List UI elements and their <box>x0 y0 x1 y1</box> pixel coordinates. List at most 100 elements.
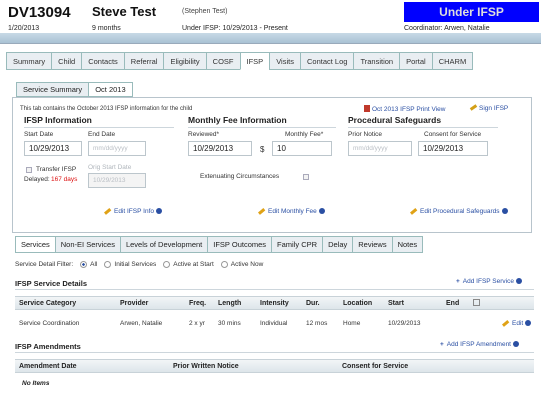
tab-child[interactable]: Child <box>51 52 82 70</box>
col-prior-written-notice[interactable]: Prior Written Notice <box>173 363 239 370</box>
col-service-category[interactable]: Service Category <box>19 300 76 307</box>
col-duration[interactable]: Dur. <box>306 300 320 307</box>
filter-label: Service Detail Filter: <box>15 261 74 268</box>
tab-non-ei-services[interactable]: Non-EI Services <box>54 236 120 253</box>
start-date-field[interactable]: 10/29/2013 <box>24 141 82 156</box>
tab-service-summary[interactable]: Service Summary <box>16 82 89 97</box>
sign-ifsp-link[interactable]: Sign IFSP <box>469 104 508 112</box>
no-items-text: No Items <box>22 380 50 387</box>
service-filter: Service Detail Filter: All Initial Servi… <box>15 261 263 268</box>
filter-all-radio[interactable] <box>80 261 88 268</box>
col-provider[interactable]: Provider <box>120 300 148 307</box>
filter-active-start-label: Active at Start <box>173 261 214 268</box>
status-badge: Under IFSP <box>404 2 539 22</box>
monthly-fee-field[interactable]: 10 <box>272 141 332 156</box>
cell-duration: 12 mos <box>306 320 328 327</box>
header-ifsp-range: Under IFSP: 10/29/2013 - Present <box>182 25 288 32</box>
main-tabs: Summary Child Contacts Referral Eligibil… <box>6 52 474 70</box>
column-picker-icon[interactable] <box>473 299 480 308</box>
divider <box>15 352 534 353</box>
add-ifsp-service-link[interactable]: + Add IFSP Service <box>456 278 522 285</box>
tab-notes[interactable]: Notes <box>391 236 424 253</box>
ifsp-info-title: IFSP Information <box>24 115 92 125</box>
tab-summary[interactable]: Summary <box>6 52 52 70</box>
header-stripe <box>0 33 541 43</box>
monthly-fee-title: Monthly Fee Information <box>188 115 287 125</box>
tab-family-cpr[interactable]: Family CPR <box>271 236 323 253</box>
transfer-ifsp-label: Transfer IFSP <box>36 166 77 173</box>
transfer-ifsp-checkbox[interactable] <box>26 167 32 173</box>
cell-location: Home <box>343 320 361 327</box>
info-icon <box>515 278 522 284</box>
col-end[interactable]: End <box>446 300 459 307</box>
extenuating-label: Extenuating Circumstances <box>200 173 280 180</box>
info-icon <box>525 320 532 326</box>
edit-monthly-fee-link[interactable]: Edit Monthly Fee <box>258 207 325 215</box>
plus-icon: + <box>440 341 444 348</box>
prior-notice-label: Prior Notice <box>348 131 382 138</box>
tab-reviews[interactable]: Reviews <box>352 236 392 253</box>
info-icon <box>318 208 325 214</box>
col-freq[interactable]: Freq. <box>189 300 206 307</box>
tab-levels-of-development[interactable]: Levels of Development <box>119 236 208 253</box>
tab-visits[interactable]: Visits <box>269 52 300 70</box>
tab-referral[interactable]: Referral <box>123 52 164 70</box>
filter-all-label: All <box>90 261 98 268</box>
col-intensity[interactable]: Intensity <box>260 300 289 307</box>
delayed-label: Delayed: <box>24 176 50 183</box>
info-icon <box>155 208 162 214</box>
pencil-icon <box>502 319 509 326</box>
edit-safeguards-link[interactable]: Edit Procedural Safeguards <box>410 207 508 215</box>
extenuating-checkbox[interactable] <box>303 174 309 180</box>
tab-ifsp-outcomes[interactable]: IFSP Outcomes <box>207 236 272 253</box>
divider <box>24 127 174 128</box>
filter-initial-radio[interactable] <box>104 261 112 268</box>
row-edit-link[interactable]: Edit <box>502 319 532 327</box>
detail-tabs: Services Non-EI Services Levels of Devel… <box>15 236 424 253</box>
col-length[interactable]: Length <box>218 300 241 307</box>
divider <box>348 127 498 128</box>
coordinator-label: Coordinator: Arwen, Natalie <box>404 25 490 32</box>
pencil-icon <box>258 207 265 214</box>
tab-oct-2013[interactable]: Oct 2013 <box>88 82 133 97</box>
currency-symbol: $ <box>260 145 265 154</box>
tab-ifsp[interactable]: IFSP <box>239 52 270 70</box>
col-location[interactable]: Location <box>343 300 372 307</box>
filter-active-start-radio[interactable] <box>163 261 171 268</box>
consent-label: Consent for Service <box>424 131 482 138</box>
client-header: DV13094 Steve Test (Stephen Test) 1/20/2… <box>0 0 541 44</box>
end-date-label: End Date <box>88 131 116 138</box>
cell-start: 10/29/2013 <box>388 320 421 327</box>
cell-freq: 2 x yr <box>189 320 205 327</box>
ifsp-sub-tabs: Service Summary Oct 2013 <box>16 82 133 97</box>
pen-icon <box>469 104 478 111</box>
tab-delay[interactable]: Delay <box>322 236 353 253</box>
pencil-icon <box>104 207 111 214</box>
end-date-field[interactable]: mm/dd/yyyy <box>88 141 146 156</box>
service-details-title: IFSP Service Details <box>15 279 87 288</box>
col-amendment-date[interactable]: Amendment Date <box>19 363 77 370</box>
tab-transition[interactable]: Transition <box>353 52 400 70</box>
print-view-link[interactable]: Oct 2013 IFSP Print View <box>364 105 445 113</box>
delayed-days: 167 days <box>51 176 78 183</box>
col-consent-for-service[interactable]: Consent for Service <box>342 363 408 370</box>
filter-active-now-radio[interactable] <box>220 261 228 268</box>
tab-portal[interactable]: Portal <box>399 52 432 70</box>
edit-ifsp-info-link[interactable]: Edit IFSP Info <box>104 207 162 215</box>
col-start[interactable]: Start <box>388 300 404 307</box>
cell-length: 30 mins <box>218 320 241 327</box>
tab-charm[interactable]: CHARM <box>431 52 474 70</box>
consent-field[interactable]: 10/29/2013 <box>418 141 488 156</box>
tab-services[interactable]: Services <box>15 236 55 253</box>
tab-contact-log[interactable]: Contact Log <box>299 52 354 70</box>
tab-cosf[interactable]: COSF <box>205 52 240 70</box>
divider <box>15 289 534 290</box>
tab-eligibility[interactable]: Eligibility <box>163 52 206 70</box>
reviewed-date-field[interactable]: 10/29/2013 <box>188 141 252 156</box>
client-id: DV13094 <box>8 4 71 21</box>
services-table-header: Service Category Provider Freq. Length I… <box>15 296 534 310</box>
prior-notice-field[interactable]: mm/dd/yyyy <box>348 141 412 156</box>
header-date: 1/20/2013 <box>8 25 40 32</box>
add-ifsp-amendment-link[interactable]: + Add IFSP Amendment <box>440 341 519 348</box>
tab-contacts[interactable]: Contacts <box>81 52 124 70</box>
